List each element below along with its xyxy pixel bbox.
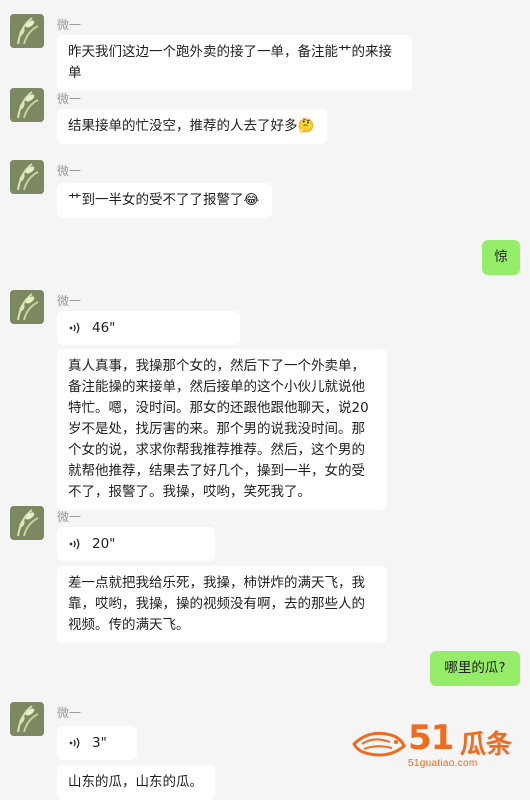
- voice-message-bubble[interactable]: 20": [57, 527, 215, 561]
- avatar[interactable]: [10, 160, 44, 194]
- message-text: 哪里的瓜?: [444, 660, 506, 676]
- sender-name: 微一: [57, 18, 82, 32]
- voice-wave-icon: [69, 737, 80, 749]
- voice-message-bubble[interactable]: 46": [57, 311, 240, 345]
- avatar[interactable]: [10, 702, 44, 736]
- voice-duration: 20": [92, 535, 116, 552]
- voice-message-bubble[interactable]: 3": [57, 726, 137, 760]
- voice-duration: 46": [92, 319, 116, 336]
- watermark-chinese: 瓜条: [460, 730, 513, 760]
- message-text: 昨天我们这边一个跑外卖的接了一单，备注能艹的来接单: [68, 44, 392, 81]
- voice-transcript-bubble[interactable]: 山东的瓜，山东的瓜。: [57, 765, 215, 800]
- message-text: 山东的瓜，山东的瓜。: [68, 774, 203, 790]
- message-text: 惊: [494, 249, 508, 265]
- avatar-plant-icon: [10, 506, 44, 540]
- sender-name: 微一: [57, 92, 82, 106]
- message-text: 艹到一半女的受不了了报警了😂: [68, 192, 260, 208]
- avatar-plant-icon: [10, 160, 44, 194]
- sender-name: 微一: [57, 164, 82, 178]
- message-bubble[interactable]: 艹到一半女的受不了了报警了😂: [57, 183, 272, 218]
- message-bubble[interactable]: 昨天我们这边一个跑外卖的接了一单，备注能艹的来接单: [57, 35, 412, 91]
- watermark-url: 51guatiao.com: [408, 758, 478, 769]
- avatar-plant-icon: [10, 88, 44, 122]
- watermark-number: 51: [408, 718, 454, 758]
- voice-duration: 3": [92, 734, 107, 751]
- sender-name: 微一: [57, 510, 82, 524]
- avatar-plant-icon: [10, 290, 44, 324]
- sender-name: 微一: [57, 706, 82, 720]
- avatar-plant-icon: [10, 14, 44, 48]
- voice-transcript-bubble[interactable]: 差一点就把我给乐死，我操，柿饼炸的满天飞，我靠，哎哟，我操，操的视频没有啊，去的…: [57, 566, 387, 643]
- self-message-bubble[interactable]: 哪里的瓜?: [430, 651, 520, 686]
- voice-wave-icon: [69, 538, 80, 550]
- self-message-bubble[interactable]: 惊: [482, 240, 520, 275]
- message-text: 结果接单的忙没空，推荐的人去了好多🤔: [68, 118, 315, 134]
- avatar-plant-icon: [10, 702, 44, 736]
- voice-transcript-bubble[interactable]: 真人真事，我操那个女的，然后下了一个外卖单，备注能操的来接单，然后接单的这个小伙…: [57, 349, 387, 510]
- avatar[interactable]: [10, 290, 44, 324]
- avatar[interactable]: [10, 14, 44, 48]
- watermark-logo: 51 瓜条 51guatiao.com: [350, 718, 520, 778]
- voice-wave-icon: [69, 322, 80, 334]
- avatar[interactable]: [10, 88, 44, 122]
- message-text: 真人真事，我操那个女的，然后下了一个外卖单，备注能操的来接单，然后接单的这个小伙…: [68, 358, 369, 500]
- avatar[interactable]: [10, 506, 44, 540]
- watermark-fish-icon: [352, 731, 406, 757]
- message-bubble[interactable]: 结果接单的忙没空，推荐的人去了好多🤔: [57, 109, 327, 144]
- sender-name: 微一: [57, 294, 82, 308]
- message-text: 差一点就把我给乐死，我操，柿饼炸的满天飞，我靠，哎哟，我操，操的视频没有啊，去的…: [68, 575, 365, 633]
